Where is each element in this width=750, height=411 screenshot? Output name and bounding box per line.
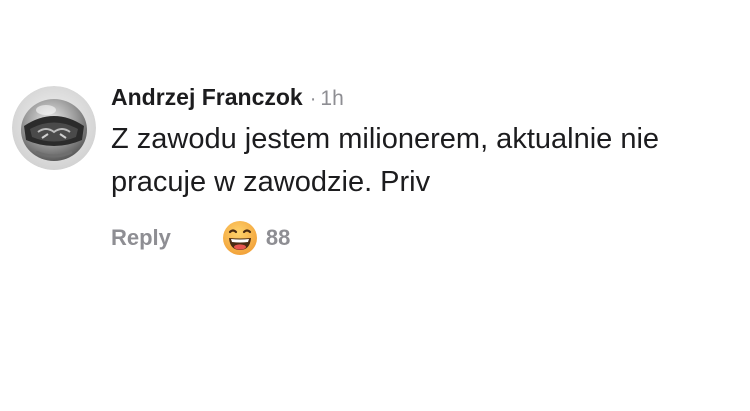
laughing-emoji-icon: [222, 221, 257, 255]
comment: Andrzej Franczok · 1h Z zawodu jestem mi…: [12, 80, 738, 280]
comment-text: Z zawodu jestem milionerem, aktualnie ni…: [111, 123, 660, 198]
reply-button[interactable]: Reply: [111, 225, 171, 251]
helmet-avatar-icon: [12, 86, 96, 170]
avatar[interactable]: [12, 86, 96, 170]
separator-dot: ·: [309, 88, 317, 110]
author-name[interactable]: Andrzej Franczok: [111, 80, 303, 114]
timestamp: 1h: [320, 87, 344, 110]
comment-body: Andrzej Franczok · 1h Z zawodu jestem mi…: [111, 80, 736, 255]
reaction-summary[interactable]: 88: [221, 219, 290, 257]
comment-header: Andrzej Franczok · 1h: [111, 80, 736, 116]
comment-actions: Reply 88: [111, 218, 290, 258]
reaction-count: 88: [265, 225, 291, 250]
